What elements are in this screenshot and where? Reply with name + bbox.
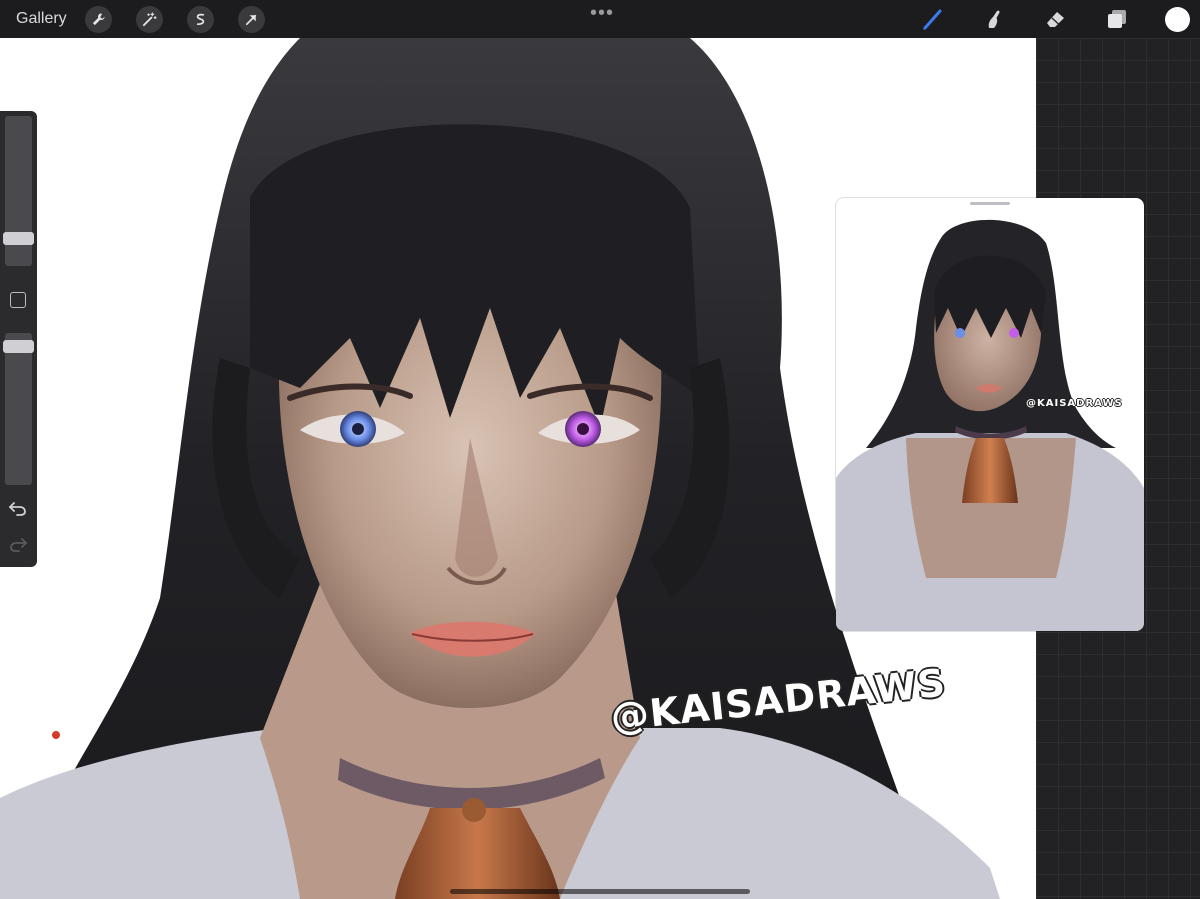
reference-watermark: @KAISADRAWS — [1026, 398, 1123, 409]
color-picker-swatch[interactable] — [1165, 7, 1190, 32]
adjustments-wand-icon[interactable] — [136, 6, 163, 33]
gallery-button[interactable]: Gallery — [16, 10, 67, 28]
layers-icon[interactable] — [1102, 4, 1132, 34]
opacity-thumb[interactable] — [3, 340, 34, 353]
transform-arrow-icon[interactable] — [238, 6, 265, 33]
brush-size-slider[interactable] — [3, 116, 34, 266]
opacity-slider[interactable] — [3, 333, 34, 485]
selection-icon[interactable] — [187, 6, 214, 33]
reference-image — [836, 219, 1144, 631]
undo-icon[interactable] — [8, 499, 28, 517]
reference-window[interactable]: @KAISADRAWS — [836, 198, 1144, 631]
modify-square-icon[interactable] — [10, 292, 26, 308]
actions-wrench-icon[interactable] — [85, 6, 112, 33]
brush-size-thumb[interactable] — [3, 232, 34, 245]
more-options-icon[interactable]: ••• — [590, 2, 614, 25]
top-toolbar: Gallery ••• — [0, 0, 1200, 38]
eraser-icon[interactable] — [1041, 4, 1071, 34]
left-sidebar — [0, 111, 37, 567]
home-indicator — [450, 889, 750, 894]
brush-icon[interactable] — [918, 4, 948, 34]
redo-icon[interactable] — [8, 535, 28, 553]
smudge-icon[interactable] — [979, 4, 1009, 34]
reference-drag-handle[interactable] — [970, 202, 1010, 205]
